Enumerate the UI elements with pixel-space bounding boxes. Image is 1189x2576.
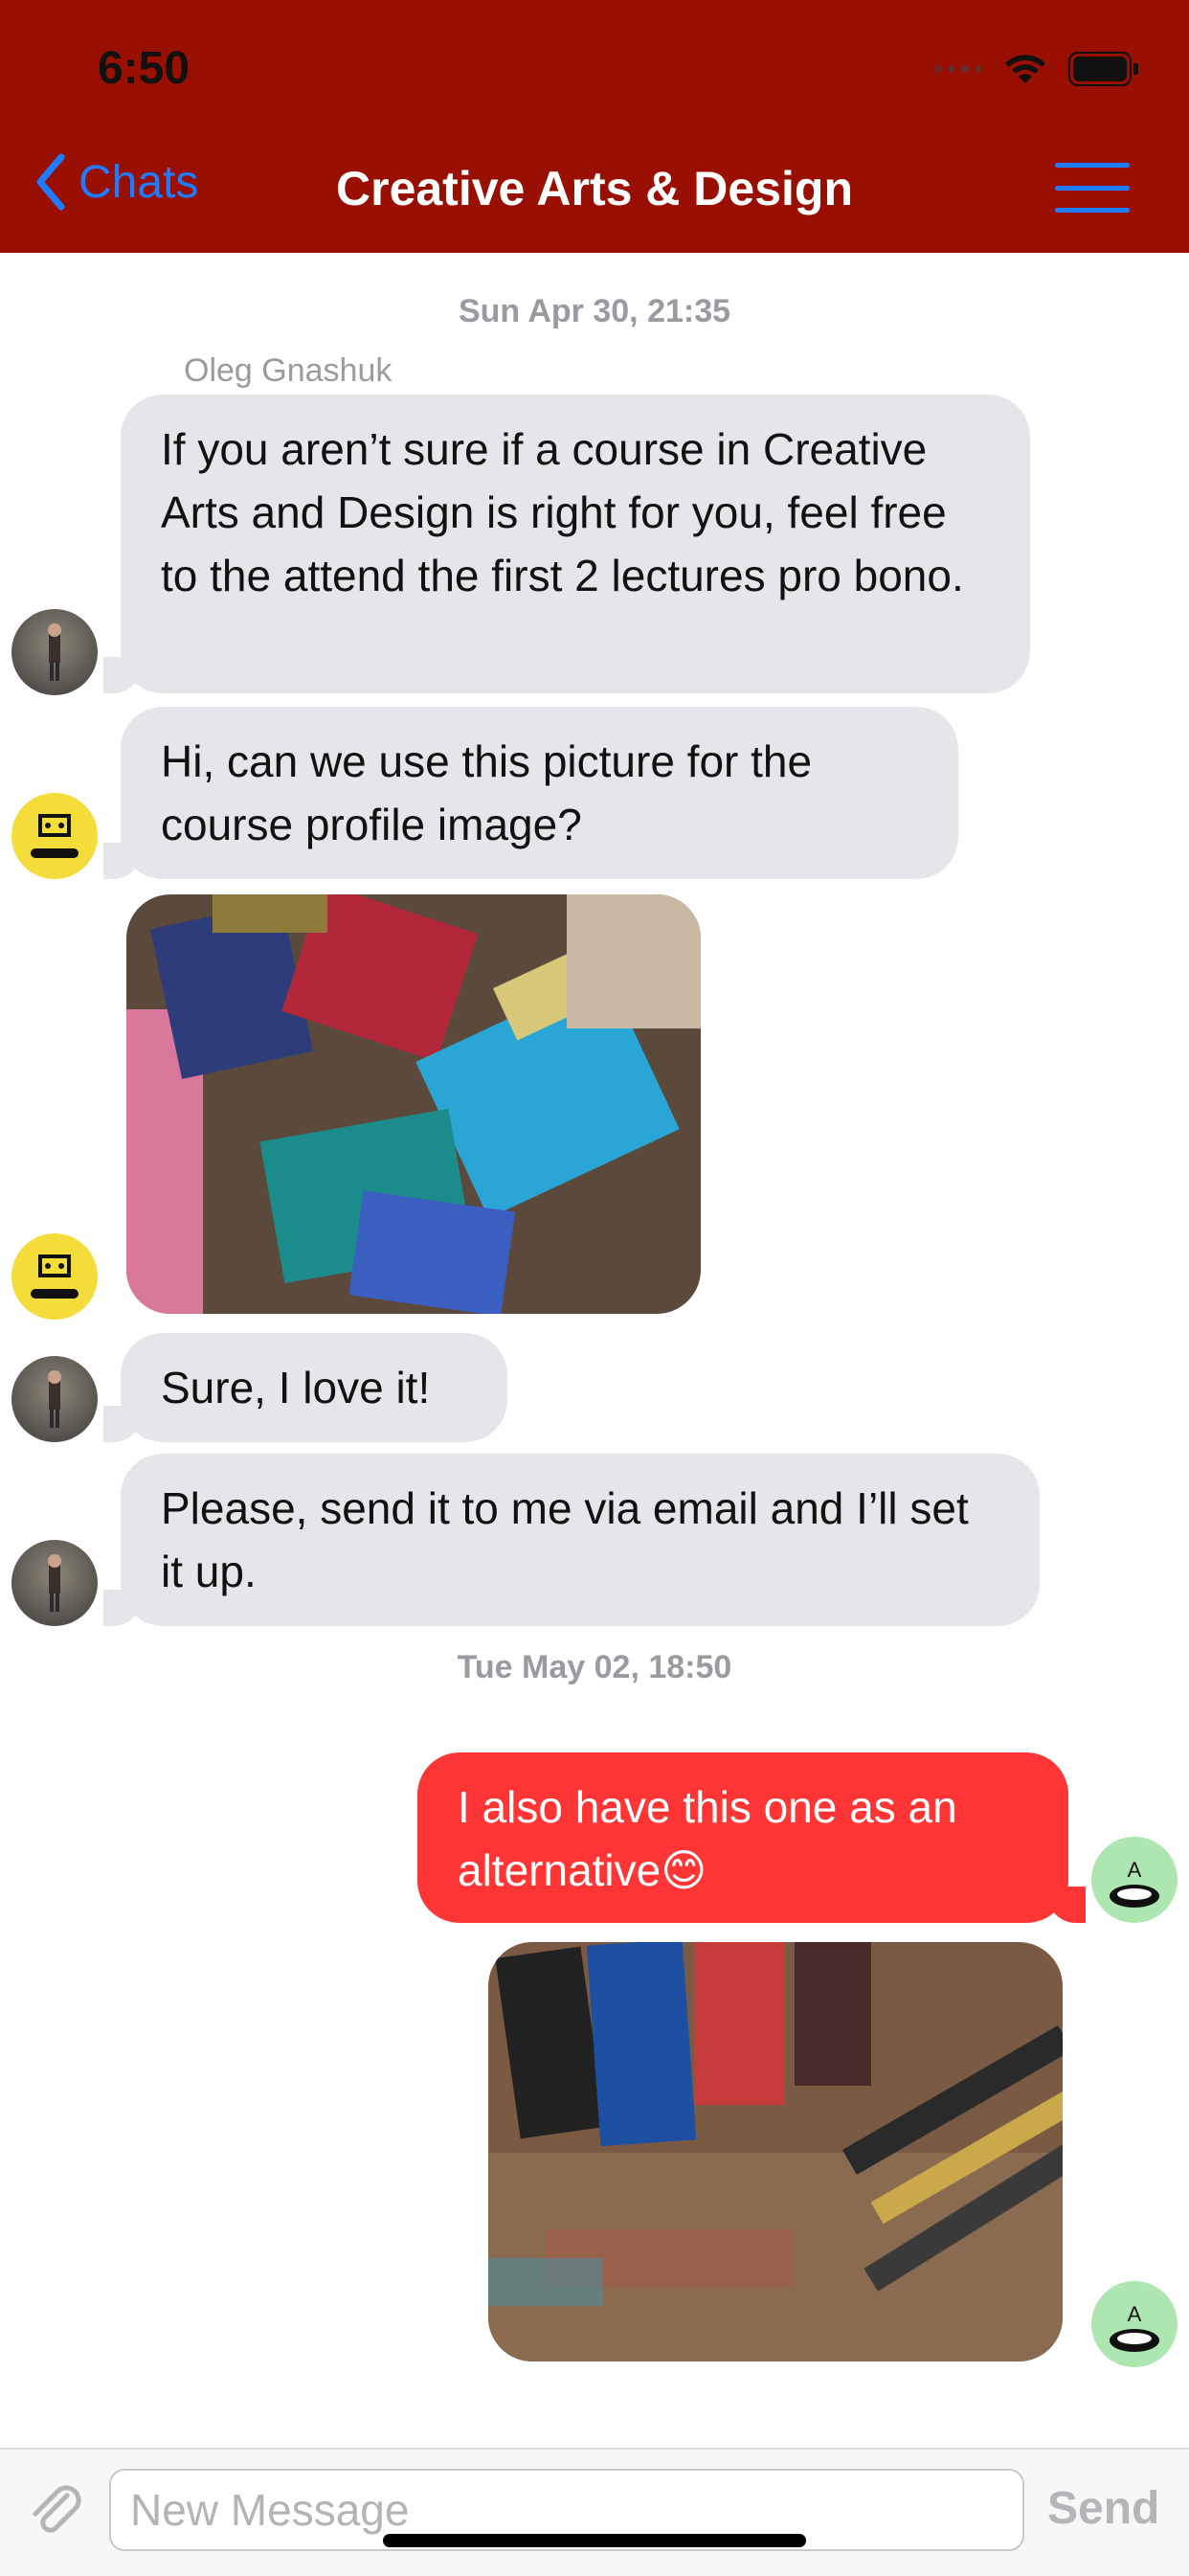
header-bar: 6:50 Chats Creative Arts & Design: [0, 0, 1189, 253]
message-text: I also have this one as an alternative😊: [458, 1782, 957, 1895]
status-icons: [934, 52, 1139, 86]
avatar[interactable]: [11, 1540, 98, 1626]
status-time: 6:50: [98, 43, 191, 94]
avatar[interactable]: [11, 1233, 98, 1320]
signal-icon: [934, 65, 982, 73]
sender-name: Oleg Gnashuk: [184, 352, 393, 389]
avatar[interactable]: A: [1091, 2281, 1178, 2367]
message-text: Sure, I love it!: [161, 1363, 431, 1412]
home-indicator: [383, 2534, 806, 2547]
hamburger-menu-icon[interactable]: [1055, 163, 1130, 213]
chat-title: Creative Arts & Design: [336, 162, 853, 215]
send-button[interactable]: Send: [1047, 2482, 1159, 2535]
photo-paint-tubes[interactable]: [488, 1942, 1063, 2361]
avatar[interactable]: A: [1091, 1837, 1178, 1923]
message-bubble-outgoing[interactable]: I also have this one as an alternative😊: [417, 1752, 1086, 1923]
message-text: Hi, can we use this picture for the cour…: [161, 736, 813, 849]
battery-icon: [1068, 52, 1139, 86]
avatar[interactable]: [11, 609, 98, 695]
composer-bar: Send: [0, 2448, 1189, 2576]
message-text: If you aren’t sure if a course in Creati…: [161, 424, 964, 600]
message-bubble-incoming[interactable]: Sure, I love it!: [103, 1333, 507, 1442]
photo-paint-brushes[interactable]: [126, 894, 701, 1314]
date-header: Sun Apr 30, 21:35: [458, 293, 731, 329]
message-text: Please, send it to me via email and I’ll…: [161, 1483, 969, 1596]
svg-text:A: A: [1128, 2302, 1142, 2326]
date-header: Tue May 02, 18:50: [457, 1649, 732, 1685]
svg-text:A: A: [1128, 1858, 1142, 1882]
avatar[interactable]: [11, 793, 98, 879]
avatar[interactable]: [11, 1356, 98, 1442]
message-bubble-incoming[interactable]: If you aren’t sure if a course in Creati…: [103, 395, 1030, 693]
message-bubble-incoming[interactable]: Please, send it to me via email and I’ll…: [103, 1454, 1040, 1626]
wifi-icon: [1003, 53, 1047, 85]
message-bubble-incoming[interactable]: Hi, can we use this picture for the cour…: [103, 707, 958, 879]
paperclip-icon[interactable]: [21, 2476, 88, 2548]
